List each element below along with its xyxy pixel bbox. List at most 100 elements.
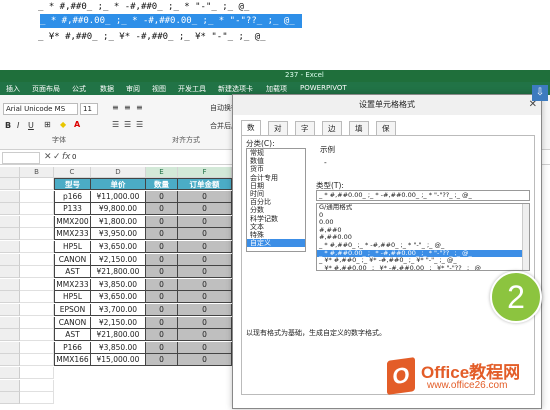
table-cell[interactable]: 0 (178, 253, 232, 266)
cell[interactable] (20, 316, 54, 329)
tab-new-tab[interactable]: 新建选项卡 (218, 84, 253, 94)
tab-review[interactable]: 审阅 (126, 84, 140, 94)
table-cell[interactable]: 0 (178, 228, 232, 241)
table-cell[interactable]: 0 (146, 304, 178, 316)
row-header[interactable] (0, 392, 20, 405)
type-list-scrollbar[interactable] (522, 204, 529, 270)
row-header[interactable] (0, 304, 20, 316)
row-header[interactable] (0, 241, 20, 253)
type-item[interactable]: _ * #,##0.00_ ;_ * -#,##0.00_ ;_ * "-"??… (317, 249, 529, 258)
align-left-icon[interactable]: ☰ (112, 120, 119, 129)
row-header[interactable] (0, 228, 20, 241)
row-header[interactable] (0, 190, 20, 203)
cell[interactable] (20, 367, 54, 379)
table-cell[interactable]: 0 (178, 190, 232, 203)
table-cell[interactable]: ¥15,000.00 (91, 354, 146, 367)
table-cell[interactable]: p166 (54, 190, 91, 203)
table-cell[interactable]: 0 (146, 316, 178, 329)
select-all-corner[interactable] (0, 167, 20, 178)
tab-number[interactable]: 数字 (241, 120, 261, 145)
cell[interactable] (20, 379, 54, 392)
table-cell[interactable]: 0 (146, 266, 178, 279)
table-cell[interactable]: 0 (178, 341, 232, 354)
align-right-icon[interactable]: ☰ (136, 120, 143, 129)
table-cell[interactable]: 0 (146, 341, 178, 354)
table-cell[interactable]: ¥21,800.00 (91, 329, 146, 342)
cell[interactable] (20, 341, 54, 354)
cell[interactable] (20, 392, 54, 405)
table-cell[interactable]: ¥3,700.00 (91, 304, 146, 316)
table-cell[interactable]: ¥3,650.00 (91, 241, 146, 253)
quick-access-toolbar[interactable] (4, 72, 34, 80)
table-cell[interactable]: 0 (178, 203, 232, 216)
table-cell[interactable]: ¥9,800.00 (91, 203, 146, 216)
type-item[interactable]: #,##0.00 (317, 234, 529, 242)
cell[interactable] (20, 329, 54, 342)
table-cell[interactable]: 0 (146, 253, 178, 266)
table-cell[interactable]: CANON (54, 253, 91, 266)
bold-button[interactable]: B (5, 121, 11, 130)
category-list[interactable]: 常规 数值 货币 会计专用 日期 时间 百分比 分数 科学记数 文本 特殊 自定义 (246, 148, 306, 252)
row-header[interactable] (0, 379, 20, 392)
tab-view[interactable]: 视图 (152, 84, 166, 94)
align-bottom-icon[interactable]: ≡ (136, 103, 143, 112)
col-header[interactable]: C (54, 167, 91, 178)
fill-color-icon[interactable]: ◆ (60, 120, 66, 129)
category-item[interactable]: 时间 (247, 190, 305, 198)
table-cell[interactable]: 0 (146, 291, 178, 304)
table-cell[interactable]: ¥3,950.00 (91, 228, 146, 241)
align-top-icon[interactable]: ≡ (112, 103, 119, 112)
cell[interactable] (20, 215, 54, 228)
table-cell[interactable]: 0 (178, 241, 232, 253)
table-cell[interactable]: HP5L (54, 241, 91, 253)
category-item[interactable]: 特殊 (247, 231, 305, 239)
col-header[interactable]: B (20, 167, 54, 178)
row-header[interactable] (0, 291, 20, 304)
italic-button[interactable]: I (17, 121, 19, 130)
tab-fill[interactable]: 填充 (349, 121, 369, 146)
row-header[interactable] (0, 178, 20, 190)
row-header[interactable] (0, 266, 20, 279)
table-cell[interactable]: MMX200 (54, 215, 91, 228)
row-header[interactable] (0, 341, 20, 354)
category-item[interactable]: 自定义 (247, 239, 305, 248)
table-cell[interactable]: ¥3,850.00 (91, 341, 146, 354)
tab-data[interactable]: 数据 (100, 84, 114, 94)
tab-addins[interactable]: 加载项 (266, 84, 287, 94)
table-cell[interactable]: ¥3,850.00 (91, 278, 146, 291)
row-header[interactable] (0, 316, 20, 329)
row-header[interactable] (0, 203, 20, 216)
category-item[interactable]: 科学记数 (247, 215, 305, 223)
tab-powerpivot[interactable]: POWERPIVOT (300, 84, 347, 92)
table-cell[interactable]: ¥11,000.00 (91, 190, 146, 203)
cell[interactable] (20, 291, 54, 304)
row-header[interactable] (0, 253, 20, 266)
table-cell[interactable]: MMX233 (54, 228, 91, 241)
align-center-icon[interactable]: ☰ (124, 120, 131, 129)
table-cell[interactable]: ¥2,150.00 (91, 253, 146, 266)
code-line-selected[interactable]: _ * #,##0.00_ ;_ * -#,##0.00_ ;_ * "-"??… (40, 14, 302, 28)
category-item[interactable]: 常规 (247, 149, 305, 157)
font-name-select[interactable]: Arial Unicode MS (3, 103, 78, 115)
type-item[interactable]: 0.00 (317, 219, 529, 227)
table-cell[interactable]: EPSON (54, 304, 91, 316)
table-cell[interactable]: 0 (178, 329, 232, 342)
table-cell[interactable]: AST (54, 329, 91, 342)
table-cell[interactable]: 0 (146, 203, 178, 216)
tab-page-layout[interactable]: 页面布局 (32, 84, 60, 94)
tab-protection[interactable]: 保护 (376, 121, 396, 146)
font-size-select[interactable]: 11 (80, 103, 98, 115)
cell[interactable] (20, 241, 54, 253)
row-header[interactable] (0, 367, 20, 379)
cell[interactable] (20, 203, 54, 216)
tab-formulas[interactable]: 公式 (72, 84, 86, 94)
table-header-cell[interactable]: 数量 (146, 178, 178, 190)
type-item[interactable]: G/通用格式 (317, 204, 529, 212)
tab-border[interactable]: 边框 (322, 121, 342, 146)
table-cell[interactable]: 0 (178, 354, 232, 367)
cell[interactable] (20, 354, 54, 367)
type-item[interactable]: _ * #,##0_ ;_ * -#,##0_ ;_ * "-"_ ;_ @_ (317, 242, 529, 250)
fx-icon[interactable]: fx (62, 152, 71, 162)
cell[interactable] (20, 190, 54, 203)
table-cell[interactable]: MMX166 (54, 354, 91, 367)
